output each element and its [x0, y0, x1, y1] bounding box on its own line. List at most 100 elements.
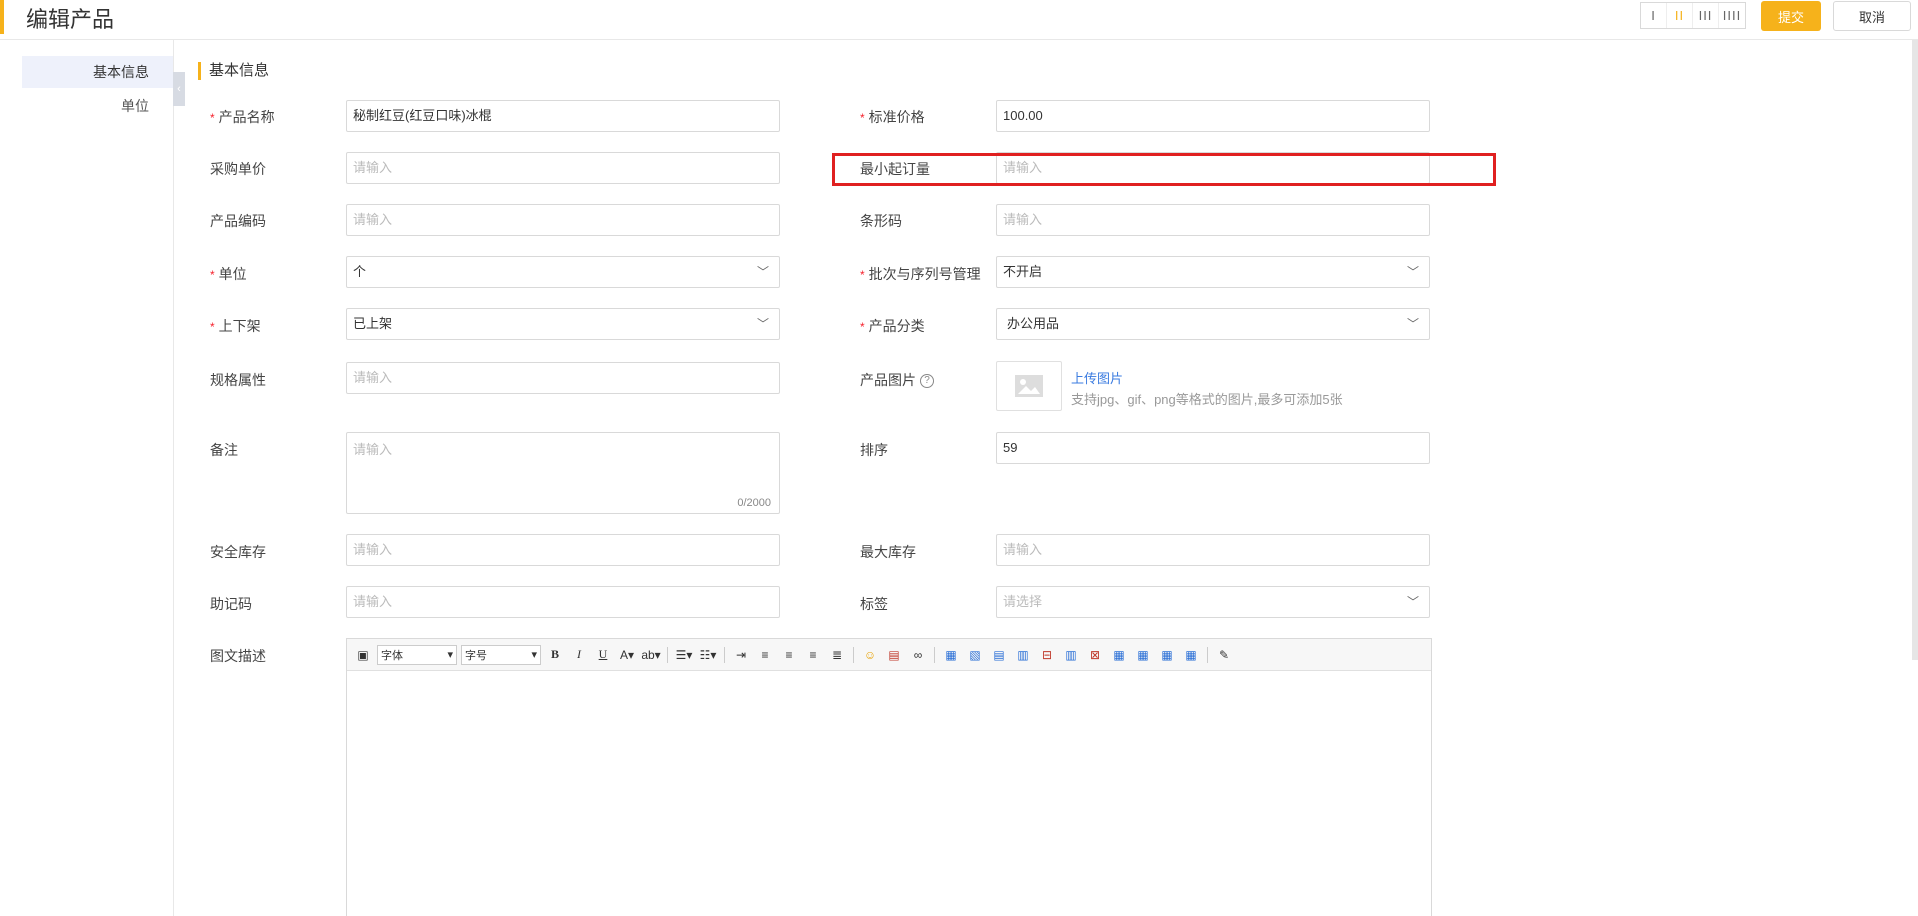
section-title: 基本信息: [198, 62, 269, 80]
barcode-input[interactable]: 请输入: [996, 204, 1430, 236]
layout-4-col-button[interactable]: IIII: [1719, 3, 1745, 28]
font-family-select[interactable]: 字体 ▾: [377, 644, 457, 665]
mnemonic-label: 助记码: [210, 596, 252, 612]
upload-image-link[interactable]: 上传图片: [1071, 368, 1123, 387]
emoji-icon[interactable]: ☺: [860, 646, 880, 664]
upload-hint: 支持jpg、gif、png等格式的图片,最多可添加5张: [1071, 392, 1343, 407]
merge-cells-icon[interactable]: ▦: [1109, 646, 1129, 664]
separator: [667, 646, 668, 663]
chevron-down-icon: ﹀: [1406, 317, 1419, 331]
safety-stock-label: 安全库存: [210, 544, 266, 560]
cancel-button[interactable]: 取消: [1833, 1, 1911, 31]
standard-price-input[interactable]: 100.00: [996, 100, 1430, 132]
clear-format-icon[interactable]: ✎: [1214, 646, 1234, 664]
char-counter: 0/2000: [737, 497, 771, 509]
sort-label: 排序: [860, 442, 888, 458]
top-bar: 编辑产品 I II III IIII 提交 取消: [0, 0, 1918, 40]
underline-icon[interactable]: U: [593, 646, 613, 664]
layout-3-col-button[interactable]: III: [1693, 3, 1719, 28]
product-name-label: * 产品名称: [210, 109, 275, 125]
caret-down-icon: ▾: [531, 649, 537, 661]
purchase-price-label: 采购单价: [210, 161, 266, 177]
split-cells-icon[interactable]: ▦: [1181, 646, 1201, 664]
align-right-icon[interactable]: ≡: [803, 646, 823, 664]
source-icon[interactable]: ▣: [353, 646, 373, 664]
rich-text-editor[interactable]: ▣ 字体 ▾ 字号 ▾ B I U A▾ ab▾ ☰▾ ☷▾ ⇥ ≡ ≡ ≡ ≣ ☺…: [346, 638, 1432, 916]
layout-2-col-button[interactable]: II: [1667, 3, 1693, 28]
unordered-list-icon[interactable]: ☷▾: [698, 646, 718, 664]
sidebar-item-basic-info[interactable]: 基本信息: [22, 56, 173, 88]
insert-row-before-icon[interactable]: ▤: [989, 646, 1009, 664]
mnemonic-input[interactable]: 请输入: [346, 586, 780, 618]
bold-icon[interactable]: B: [545, 646, 565, 664]
required-mark: *: [210, 268, 215, 282]
delete-table-icon[interactable]: ▧: [965, 646, 985, 664]
chevron-down-icon: ﹀: [756, 317, 769, 331]
italic-icon[interactable]: I: [569, 646, 589, 664]
font-color-icon[interactable]: A▾: [617, 646, 637, 664]
layout-switcher: I II III IIII: [1640, 2, 1746, 29]
highlight-box: [832, 153, 1496, 186]
merge-down-icon[interactable]: ▦: [1157, 646, 1177, 664]
delete-row-icon[interactable]: ⊟: [1037, 646, 1057, 664]
category-select[interactable]: 办公用品 ﹀: [996, 308, 1430, 340]
image-upload-box[interactable]: [996, 361, 1062, 411]
insert-image-icon[interactable]: ▤: [884, 646, 904, 664]
product-code-label: 产品编码: [210, 213, 266, 229]
chevron-down-icon: ﹀: [1406, 265, 1419, 279]
sidebar-collapse-icon[interactable]: ‹: [173, 72, 185, 106]
merge-right-icon[interactable]: ▦: [1133, 646, 1153, 664]
required-mark: *: [860, 268, 865, 282]
standard-price-label: * 标准价格: [860, 109, 925, 125]
safety-stock-input[interactable]: 请输入: [346, 534, 780, 566]
insert-row-after-icon[interactable]: ▥: [1013, 646, 1033, 664]
tags-select[interactable]: 请选择 ﹀: [996, 586, 1430, 618]
batch-serial-select[interactable]: 不开启 ﹀: [996, 256, 1430, 288]
remark-label: 备注: [210, 442, 238, 458]
submit-button[interactable]: 提交: [1761, 1, 1821, 31]
layout-1-col-button[interactable]: I: [1641, 3, 1667, 28]
page-scrollbar[interactable]: [1912, 40, 1918, 660]
help-icon[interactable]: ?: [920, 374, 934, 389]
batch-serial-label: * 批次与序列号管理: [860, 266, 981, 282]
delete-col-icon[interactable]: ⊠: [1085, 646, 1105, 664]
font-size-select[interactable]: 字号 ▾: [461, 644, 541, 665]
align-justify-icon[interactable]: ≣: [827, 646, 847, 664]
align-left-icon[interactable]: ≡: [755, 646, 775, 664]
barcode-label: 条形码: [860, 213, 902, 229]
spec-label: 规格属性: [210, 372, 266, 388]
separator: [724, 646, 725, 663]
category-label: * 产品分类: [860, 318, 925, 334]
listing-select[interactable]: 已上架 ﹀: [346, 308, 780, 340]
insert-col-icon[interactable]: ▥: [1061, 646, 1081, 664]
sort-input[interactable]: 59: [996, 432, 1430, 464]
purchase-price-input[interactable]: 请输入: [346, 152, 780, 184]
sidebar-item-unit[interactable]: 单位: [121, 96, 149, 116]
caret-down-icon: ▾: [447, 649, 453, 661]
insert-table-icon[interactable]: ▦: [941, 646, 961, 664]
required-mark: *: [860, 320, 865, 334]
description-label: 图文描述: [210, 648, 266, 664]
highlight-color-icon[interactable]: ab▾: [641, 646, 661, 664]
required-mark: *: [210, 111, 215, 125]
separator: [853, 646, 854, 663]
product-image-label: 产品图片?: [860, 370, 934, 390]
separator: [934, 646, 935, 663]
spec-input[interactable]: 请输入: [346, 362, 780, 394]
listing-label: * 上下架: [210, 318, 261, 334]
tags-label: 标签: [860, 596, 888, 612]
page-title: 编辑产品: [26, 7, 115, 32]
remark-textarea[interactable]: 请输入 0/2000: [346, 432, 780, 514]
separator: [1207, 646, 1208, 663]
unit-label: * 单位: [210, 266, 247, 282]
max-stock-input[interactable]: 请输入: [996, 534, 1430, 566]
chevron-down-icon: ﹀: [756, 265, 769, 279]
indent-icon[interactable]: ⇥: [731, 646, 751, 664]
align-center-icon[interactable]: ≡: [779, 646, 799, 664]
unit-select[interactable]: 个 ﹀: [346, 256, 780, 288]
ordered-list-icon[interactable]: ☰▾: [674, 646, 694, 664]
link-icon[interactable]: ∞: [908, 646, 928, 664]
required-mark: *: [210, 320, 215, 334]
product-name-input[interactable]: 秘制红豆(红豆口味)冰棍: [346, 100, 780, 132]
product-code-input[interactable]: 请输入: [346, 204, 780, 236]
